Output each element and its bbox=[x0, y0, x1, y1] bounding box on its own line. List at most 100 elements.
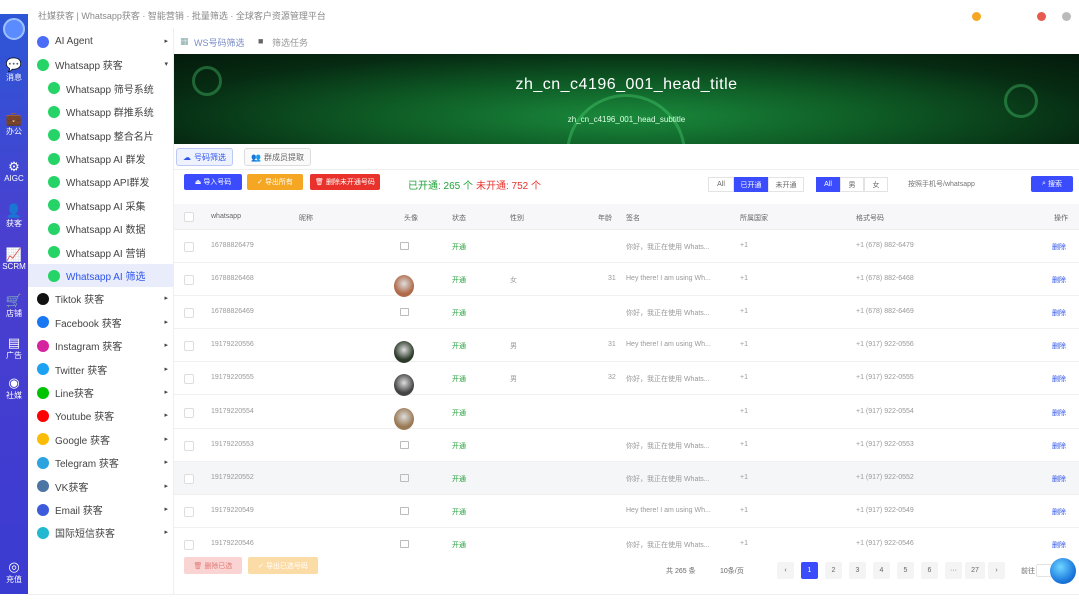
orange-status-icon[interactable] bbox=[972, 12, 981, 21]
table-row[interactable]: 19179220556 开通 男 31 Hey there! I am using Wh… bbox=[174, 329, 1079, 364]
page-button[interactable]: 4 bbox=[873, 562, 890, 579]
rail-item-9[interactable]: ◎ 充值 bbox=[0, 560, 28, 585]
row-checkbox[interactable] bbox=[184, 506, 194, 517]
rail-item-6[interactable]: 🛒 店铺 bbox=[0, 294, 28, 319]
sidebar-item-10[interactable]: Whatsapp AI 筛选 bbox=[28, 264, 174, 287]
cell-country: +1 bbox=[740, 275, 748, 283]
sidebar-item-15[interactable]: Line获客 ▸ bbox=[28, 381, 174, 404]
row-checkbox[interactable] bbox=[184, 374, 194, 385]
delete-link[interactable]: 删除 bbox=[1052, 275, 1066, 285]
export-all-button[interactable]: ✓ 导出所有 bbox=[247, 174, 303, 190]
sidebar-item-5[interactable]: Whatsapp AI 群发 bbox=[28, 147, 174, 170]
globe-icon[interactable] bbox=[1050, 558, 1076, 584]
status-filter-opened[interactable]: 已开通 bbox=[734, 177, 768, 192]
sidebar-item-17[interactable]: Google 获客 ▸ bbox=[28, 428, 174, 451]
sidebar-item-18[interactable]: Telegram 获客 ▸ bbox=[28, 451, 174, 474]
sidebar-item-label: Facebook 获客 bbox=[55, 318, 122, 330]
tab-filter-task[interactable]: 筛选任务 bbox=[272, 36, 308, 49]
next-page-button[interactable]: › bbox=[988, 562, 1005, 579]
delete-link[interactable]: 删除 bbox=[1052, 540, 1066, 550]
delete-link[interactable]: 删除 bbox=[1052, 507, 1066, 517]
cell-wa: 16788826468 bbox=[211, 275, 254, 283]
sidebar-item-1[interactable]: Whatsapp 获客 ▾ bbox=[28, 53, 174, 76]
table-row[interactable]: 19179220553 开通 你好，我正在使用 Whats... +1 +1 (917)… bbox=[174, 429, 1079, 462]
delete-link[interactable]: 删除 bbox=[1052, 341, 1066, 351]
delete-unopened-button[interactable]: 🗑 删除未开通号码 bbox=[310, 174, 380, 190]
row-checkbox[interactable] bbox=[184, 473, 194, 484]
logo-icon[interactable] bbox=[3, 18, 25, 40]
sidebar-item-8[interactable]: Whatsapp AI 数据 bbox=[28, 217, 174, 240]
page-button[interactable]: 2 bbox=[825, 562, 842, 579]
gray-menu-icon[interactable] bbox=[1062, 12, 1071, 21]
sidebar-item-2[interactable]: Whatsapp 筛号系统 bbox=[28, 77, 174, 100]
gender-filter-all[interactable]: All bbox=[816, 177, 840, 192]
sidebar-item-3[interactable]: Whatsapp 群推系统 bbox=[28, 100, 174, 123]
table-row[interactable]: 16788826469 开通 你好，我正在使用 Whats... +1 +1 (678)… bbox=[174, 296, 1079, 330]
subtab-number-filter[interactable]: ☁ 号码筛选 bbox=[176, 148, 233, 166]
cell-sign: 你好，我正在使用 Whats... bbox=[626, 442, 710, 450]
table-row[interactable]: 19179220555 开通 男 32 你好，我正在使用 Whats... +1 +1 (9… bbox=[174, 362, 1079, 397]
sidebar-item-9[interactable]: Whatsapp AI 营销 bbox=[28, 241, 174, 264]
page-button[interactable]: 1 bbox=[801, 562, 818, 579]
page-button[interactable]: 27 bbox=[965, 562, 985, 579]
delete-link[interactable]: 删除 bbox=[1052, 308, 1066, 318]
delete-selected-button[interactable]: 🗑 删除已选 bbox=[184, 557, 242, 574]
table-row[interactable]: 19179220552 开通 你好，我正在使用 Whats... +1 +1 (917)… bbox=[174, 461, 1079, 495]
rail-item-3[interactable]: ⚙ AIGC bbox=[0, 160, 28, 184]
rail-item-8[interactable]: ◉ 社媒 bbox=[0, 376, 28, 401]
tab-ws-filter[interactable]: WS号码筛选 bbox=[194, 36, 245, 49]
search-input[interactable] bbox=[902, 176, 1022, 192]
export-selected-button[interactable]: ✓ 导出已选号码 bbox=[248, 557, 318, 574]
page-size-select[interactable]: 10条/页 bbox=[720, 566, 744, 576]
page-button[interactable]: 5 bbox=[897, 562, 914, 579]
select-all-checkbox[interactable] bbox=[184, 212, 194, 222]
red-status-icon[interactable] bbox=[1037, 12, 1046, 21]
page-button[interactable]: ··· bbox=[945, 562, 962, 579]
sidebar-item-19[interactable]: VK获客 ▸ bbox=[28, 475, 174, 498]
subtab-group-extract[interactable]: 👥 群成员提取 bbox=[244, 148, 311, 166]
delete-link[interactable]: 删除 bbox=[1052, 374, 1066, 384]
rail-item-4[interactable]: 👤 获客 bbox=[0, 204, 28, 229]
rail-item-5[interactable]: 📈 SCRM bbox=[0, 248, 28, 272]
row-checkbox[interactable] bbox=[184, 308, 194, 319]
row-checkbox[interactable] bbox=[184, 539, 194, 550]
sidebar-item-11[interactable]: Tiktok 获客 ▸ bbox=[28, 287, 174, 310]
delete-link[interactable]: 删除 bbox=[1052, 242, 1066, 252]
rail-item-2[interactable]: 💼 办公 bbox=[0, 112, 28, 137]
delete-link[interactable]: 删除 bbox=[1052, 441, 1066, 451]
status-filter-unopened[interactable]: 未开通 bbox=[768, 177, 804, 192]
status-filter-all[interactable]: All bbox=[708, 177, 734, 192]
sidebar-item-6[interactable]: Whatsapp API群发 bbox=[28, 170, 174, 193]
search-button[interactable]: ⌕ 搜索 bbox=[1031, 176, 1073, 192]
row-checkbox[interactable] bbox=[184, 407, 194, 418]
sidebar-item-21[interactable]: 国际短信获客 ▸ bbox=[28, 521, 174, 544]
sidebar-item-16[interactable]: Youtube 获客 ▸ bbox=[28, 404, 174, 427]
prev-page-button[interactable]: ‹ bbox=[777, 562, 794, 579]
row-checkbox[interactable] bbox=[184, 275, 194, 286]
delete-link[interactable]: 删除 bbox=[1052, 408, 1066, 418]
gender-filter-female[interactable]: 女 bbox=[864, 177, 888, 192]
sidebar-item-4[interactable]: Whatsapp 整合名片 bbox=[28, 124, 174, 147]
delete-link[interactable]: 删除 bbox=[1052, 474, 1066, 484]
sidebar-item-14[interactable]: Twitter 获客 ▸ bbox=[28, 358, 174, 381]
page-button[interactable]: 6 bbox=[921, 562, 938, 579]
sidebar-item-label: Whatsapp API群发 bbox=[66, 178, 150, 190]
row-checkbox[interactable] bbox=[184, 440, 194, 451]
rail-item-1[interactable]: 💬 消息 bbox=[0, 58, 28, 83]
table-row[interactable]: 19179220549 开通 Hey there! I am using Wh...… bbox=[174, 495, 1079, 528]
sidebar-item-13[interactable]: Instagram 获客 ▸ bbox=[28, 334, 174, 357]
import-button[interactable]: ⏏ 导入号码 bbox=[184, 174, 242, 190]
table-row[interactable]: 16788826479 开通 你好，我正在使用 Whats... +1 +1 (678)… bbox=[174, 230, 1079, 263]
sidebar-item-7[interactable]: Whatsapp AI 采集 bbox=[28, 194, 174, 217]
sidebar-item-20[interactable]: Email 获客 ▸ bbox=[28, 498, 174, 521]
page-button[interactable]: 3 bbox=[849, 562, 866, 579]
table-row[interactable]: 19179220554 开通 +1 +1 (917) 922-0554 删除 bbox=[174, 396, 1079, 430]
row-checkbox[interactable] bbox=[184, 341, 194, 352]
table-row[interactable]: 16788826468 开通 女 31 Hey there! I am using Wh… bbox=[174, 263, 1079, 298]
rail-item-7[interactable]: ▤ 广告 bbox=[0, 336, 28, 361]
sidebar-item-12[interactable]: Facebook 获客 ▸ bbox=[28, 311, 174, 334]
row-checkbox[interactable] bbox=[184, 242, 194, 252]
sidebar-item-0[interactable]: AI Agent ▸ bbox=[28, 30, 174, 53]
cell-status: 开通 bbox=[452, 442, 466, 450]
gender-filter-male[interactable]: 男 bbox=[840, 177, 864, 192]
